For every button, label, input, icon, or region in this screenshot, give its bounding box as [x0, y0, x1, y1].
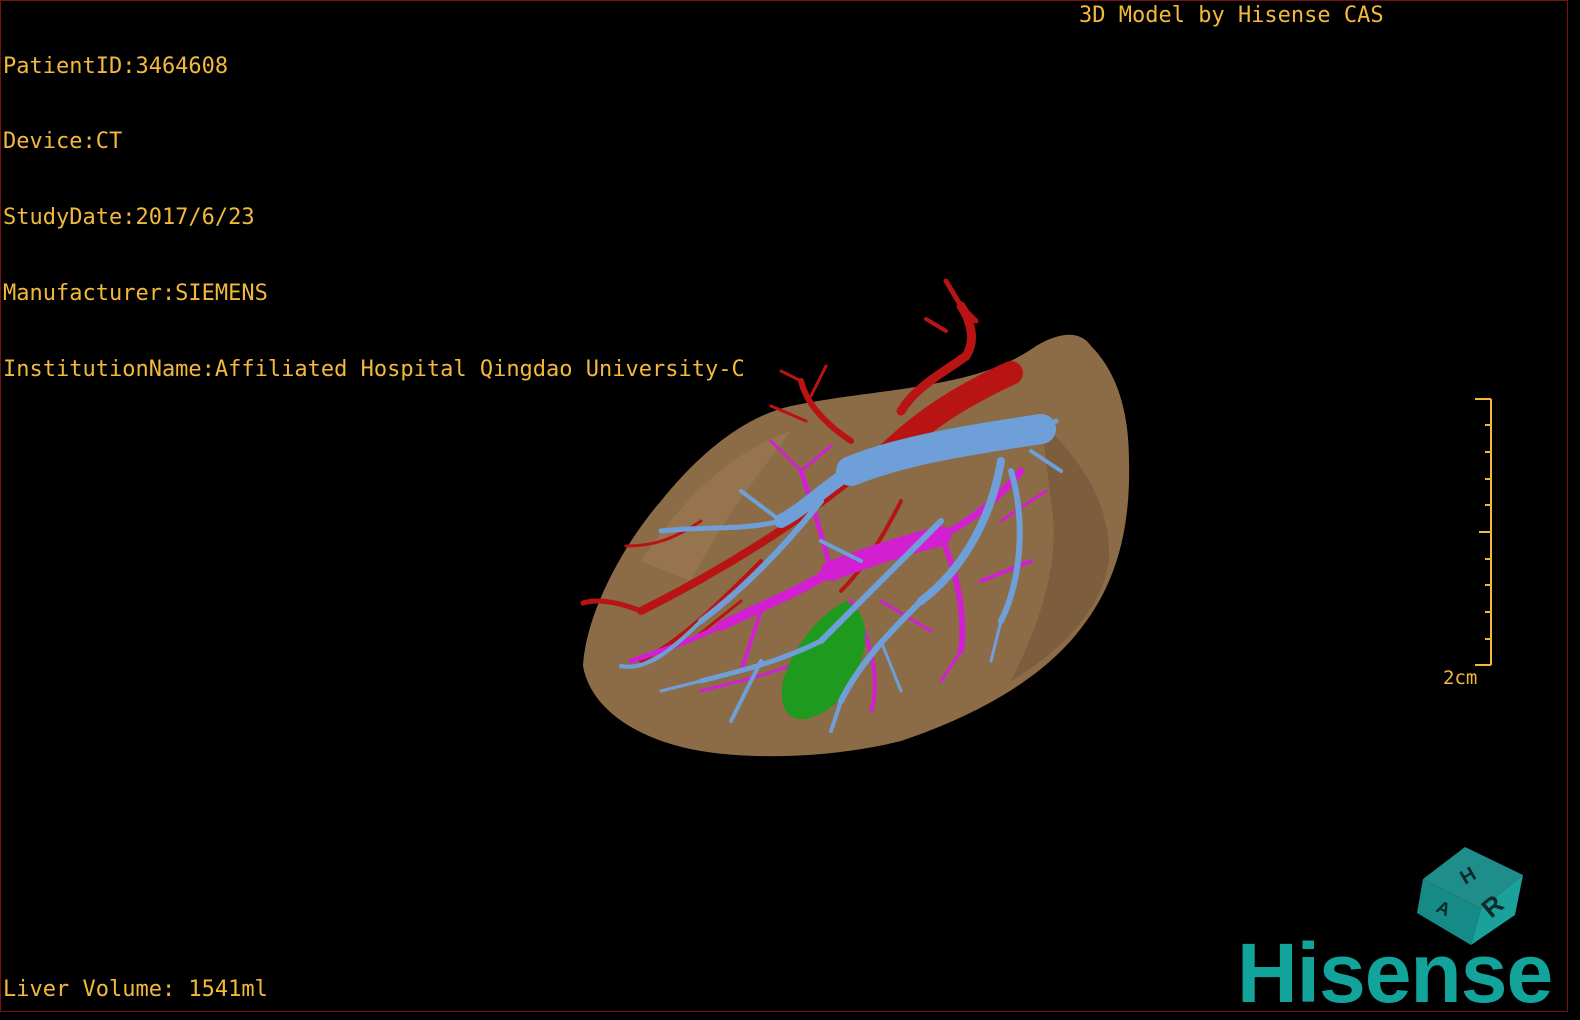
scale-bar [1475, 398, 1492, 666]
hisense-logo: Hisense [1237, 926, 1553, 1020]
scale-bar-label: 2cm [1443, 667, 1478, 689]
liver-volume-text: Liver Volume: 1541ml [3, 977, 268, 1002]
liver-3d-model[interactable] [1, 1, 1569, 1013]
3d-viewport[interactable]: PatientID:3464608 Device:CT StudyDate:20… [0, 0, 1569, 1020]
